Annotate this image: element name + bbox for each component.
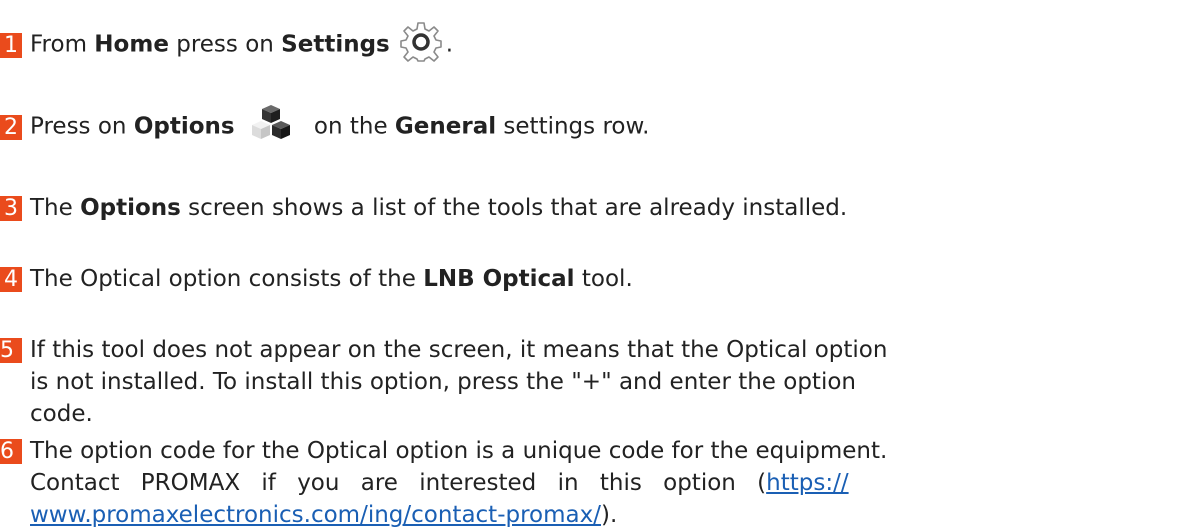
step-text: The option code for the Optical option i… [30,438,888,464]
step-text: screen shows a list of the tools that ar… [180,195,848,221]
step-line: Contact PROMAX if you are interested in … [0,467,1176,499]
step-text: . [445,31,454,58]
lnb-optical-label: LNB Optical [423,266,575,292]
step-4: 4 The Optical option consists of the LNB … [0,263,1176,295]
step-line: is not installed. To install this option… [30,369,856,395]
instructions-document: 1 From Home press on Settings . 2 Press on… [0,0,1186,531]
step-number-badge: 4 [0,267,22,292]
step-text: settings row. [496,113,650,140]
step-6: 6 The option code for the Optical option … [0,435,1176,531]
step-number-badge: 5 [0,338,22,363]
step-text: From [30,31,95,58]
step-text: Press on [30,113,134,140]
step-5: 5 If this tool does not appear on the scr… [0,334,1176,430]
step-text: press on [168,31,282,58]
step-text: If this tool does not appear on the scre… [30,337,888,363]
step-1: 1 From Home press on Settings . [0,21,1176,66]
general-label: General [394,113,497,140]
step-line: 6 The option code for the Optical option … [0,435,1176,467]
step-text: The [30,195,81,221]
step-2: 2 Press on Options on the General setting… [0,104,1176,147]
step-line: code. [30,401,93,427]
contact-link-start[interactable]: https:// [766,470,848,496]
settings-gear-icon [399,21,442,63]
step-text: The Optical option consists of the [30,266,424,292]
step-number-badge: 1 [0,32,22,58]
step-text: on the [306,113,395,140]
contact-link[interactable]: www.promaxelectronics.com/ing/contact-pr… [30,502,601,528]
step-text: tool. [574,266,633,292]
step-text: Contact PROMAX if you are interested in … [30,470,767,496]
step-number-badge: 6 [0,439,22,464]
step-number-badge: 2 [0,114,22,140]
step-line: www.promaxelectronics.com/ing/contact-pr… [0,499,1176,531]
step-number-badge: 3 [0,196,22,221]
step-3: 3 The Options screen shows a list of the … [0,192,1176,224]
options-label: Options [133,113,235,140]
step-text: ). [600,502,618,528]
options-label: Options [80,195,181,221]
settings-label: Settings [281,31,390,58]
step-line: 5 If this tool does not appear on the scr… [0,334,1176,366]
home-label: Home [94,31,169,58]
options-cubes-icon [249,104,293,144]
